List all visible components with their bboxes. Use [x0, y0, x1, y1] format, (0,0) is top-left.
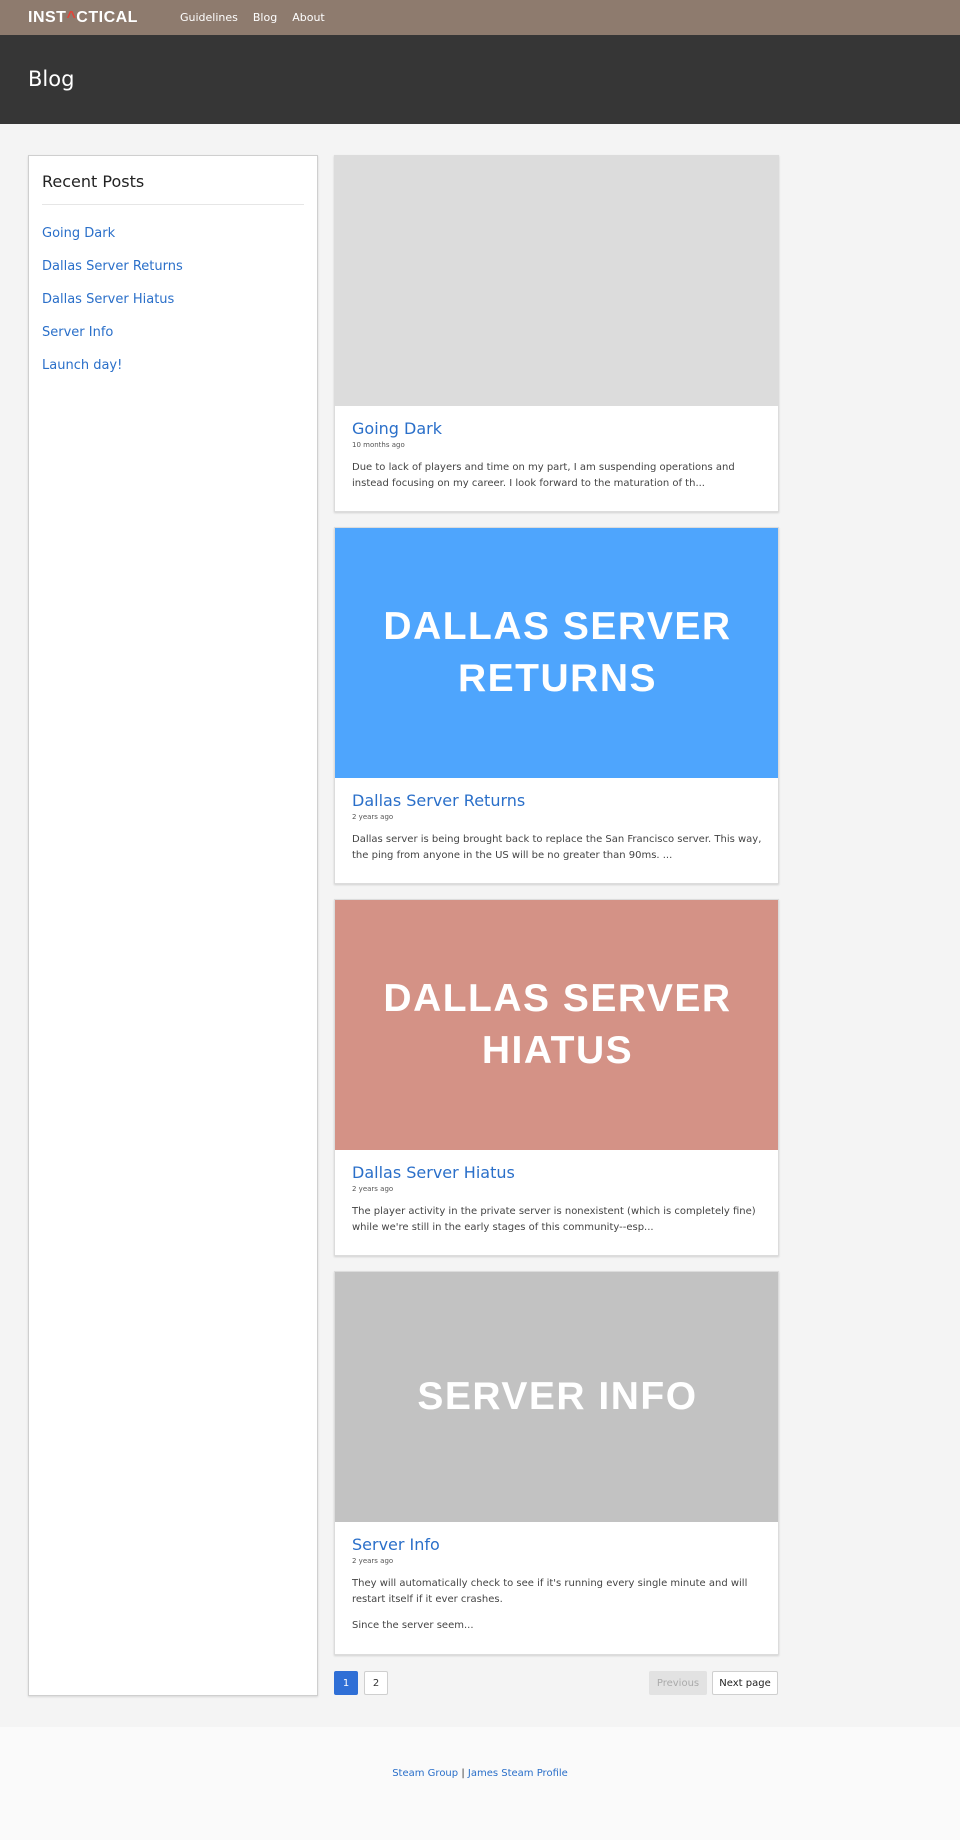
recent-post-link-dallas-server-hiatus[interactable]: Dallas Server Hiatus [42, 292, 174, 307]
logo-suffix: CTICAL [76, 9, 138, 26]
post-card-body: Dallas Server Hiatus 2 years ago The pla… [352, 1163, 762, 1236]
post-image[interactable]: DALLAS SERVER HIATUS [335, 900, 778, 1150]
sidebar-divider [42, 204, 304, 205]
recent-posts-list: Going Dark Dallas Server Returns Dallas … [42, 222, 183, 387]
page-1-button[interactable]: 1 [334, 1671, 358, 1695]
post-date: 2 years ago [352, 813, 394, 821]
post-date: 2 years ago [352, 1557, 394, 1565]
site-footer: Steam Group | James Steam Profile [0, 1727, 960, 1840]
page-header: Blog [0, 35, 960, 124]
list-item: Dallas Server Hiatus [42, 288, 183, 321]
previous-page-button[interactable]: Previous [649, 1671, 707, 1695]
post-title-link[interactable]: Dallas Server Hiatus [352, 1163, 762, 1183]
next-page-button[interactable]: Next page [712, 1671, 778, 1695]
post-card-body: Going Dark 10 months ago Due to lack of … [352, 419, 762, 492]
page-2-button[interactable]: 2 [364, 1671, 388, 1695]
post-image-text: SERVER INFO [417, 1375, 698, 1418]
site-logo[interactable]: INST^CTICAL [28, 9, 138, 27]
recent-post-link-going-dark[interactable]: Going Dark [42, 226, 115, 241]
post-image[interactable]: DALLAS SERVER RETURNS [335, 528, 778, 778]
list-item: Server Info [42, 321, 183, 354]
list-item: Launch day! [42, 354, 183, 387]
recent-post-link-server-info[interactable]: Server Info [42, 325, 113, 340]
top-navbar: INST^CTICAL Guidelines Blog About [0, 0, 960, 35]
post-date: 10 months ago [352, 441, 405, 449]
post-image[interactable] [335, 156, 778, 406]
list-item: Going Dark [42, 222, 183, 255]
footer-link-james-steam-profile[interactable]: James Steam Profile [468, 1768, 568, 1779]
post-card-body: Dallas Server Returns 2 years ago Dallas… [352, 791, 762, 864]
list-item: Dallas Server Returns [42, 255, 183, 288]
post-card: SERVER INFO Server Info 2 years ago They… [334, 1271, 779, 1655]
post-excerpt: Due to lack of players and time on my pa… [352, 462, 735, 489]
nav-link-guidelines[interactable]: Guidelines [180, 11, 238, 24]
footer-links: Steam Group | James Steam Profile [0, 1768, 960, 1779]
recent-posts-heading: Recent Posts [42, 172, 145, 191]
post-excerpt: Dallas server is being brought back to r… [352, 834, 762, 861]
post-excerpt-continued: Since the server seem... [352, 1620, 474, 1631]
nav-link-about[interactable]: About [292, 11, 325, 24]
post-title-link[interactable]: Server Info [352, 1535, 762, 1555]
nav-link-blog[interactable]: Blog [253, 11, 277, 24]
post-card-body: Server Info 2 years ago They will automa… [352, 1535, 762, 1634]
post-image-text: DALLAS SERVER HIATUS [383, 977, 732, 1072]
logo-prefix: INST [28, 9, 67, 26]
footer-link-steam-group[interactable]: Steam Group [392, 1768, 458, 1779]
post-image[interactable]: SERVER INFO [335, 1272, 778, 1522]
recent-post-link-launch-day[interactable]: Launch day! [42, 358, 122, 373]
post-date: 2 years ago [352, 1185, 394, 1193]
post-card: DALLAS SERVER HIATUS Dallas Server Hiatu… [334, 899, 779, 1256]
post-excerpt: They will automatically check to see if … [352, 1578, 748, 1605]
page-title: Blog [28, 67, 75, 91]
post-image-text: DALLAS SERVER RETURNS [383, 605, 732, 700]
post-excerpt: The player activity in the private serve… [352, 1206, 756, 1233]
post-title-link[interactable]: Going Dark [352, 419, 762, 439]
recent-posts-sidebar: Recent Posts Going Dark Dallas Server Re… [28, 155, 318, 1696]
post-card: DALLAS SERVER RETURNS Dallas Server Retu… [334, 527, 779, 884]
post-card: Going Dark 10 months ago Due to lack of … [334, 155, 779, 512]
nav-links: Guidelines Blog About [180, 11, 325, 24]
post-title-link[interactable]: Dallas Server Returns [352, 791, 762, 811]
recent-post-link-dallas-server-returns[interactable]: Dallas Server Returns [42, 259, 183, 274]
logo-accent: ^ [66, 9, 77, 26]
